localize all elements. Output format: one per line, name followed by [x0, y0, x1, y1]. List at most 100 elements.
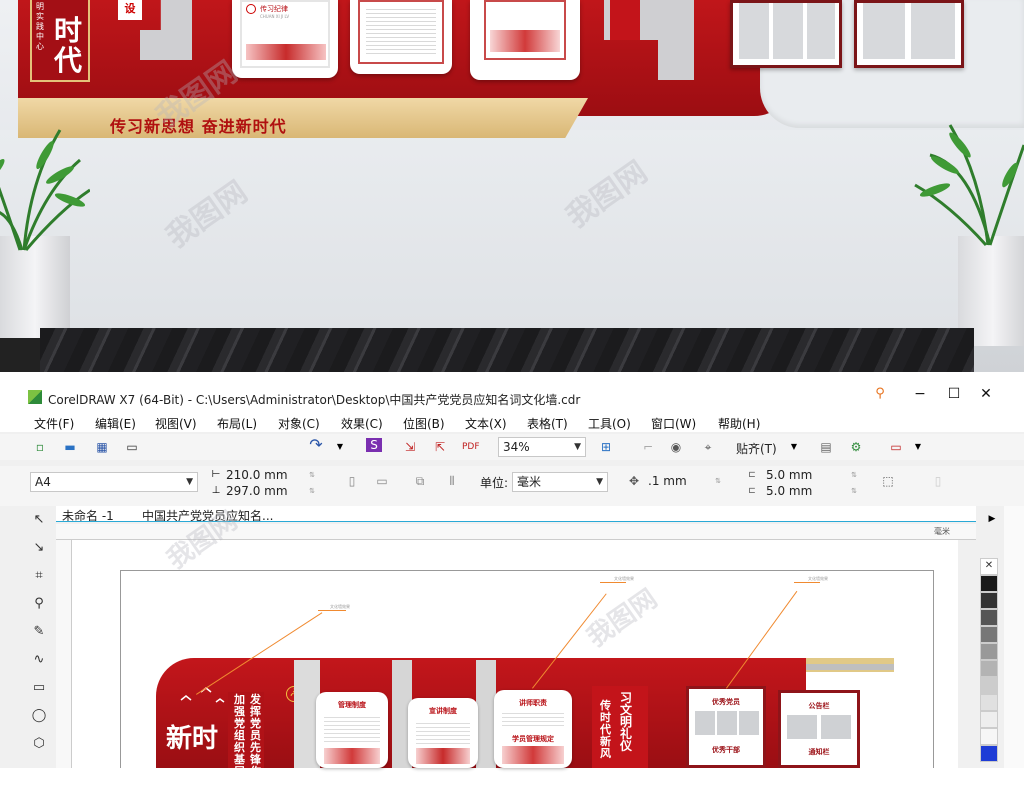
redo-icon[interactable]: ↷	[308, 437, 324, 453]
pick-tool-icon[interactable]: ↖	[30, 512, 48, 530]
dup-x-spin-icon[interactable]: ⇅	[846, 468, 862, 482]
ellipse-tool-icon[interactable]: ◯	[30, 708, 48, 726]
design-left-title: 新时	[166, 724, 219, 754]
publish-pdf-icon[interactable]: PDF	[462, 440, 480, 454]
menu-bitmaps[interactable]: 位图(B)	[403, 415, 445, 432]
floor-shadow	[0, 338, 40, 372]
menu-tools[interactable]: 工具(O)	[588, 415, 631, 432]
vertical-scrollbar[interactable]	[1004, 506, 1024, 768]
polygon-tool-icon[interactable]: ⬡	[30, 736, 48, 754]
view-icon[interactable]: ◉	[668, 440, 684, 454]
options-icon[interactable]: ⚙	[848, 440, 864, 454]
window-title: CorelDRAW X7 (64-Bit) - C:\Users\Adminis…	[48, 393, 581, 407]
launch-icon[interactable]: ▭	[888, 440, 904, 454]
color-swatch[interactable]	[980, 694, 998, 711]
unit-value: 毫米	[517, 475, 542, 489]
menu-effects[interactable]: 效果(C)	[341, 415, 383, 432]
panel-2-title: 宣讲制度	[429, 707, 457, 715]
crop-tool-icon[interactable]: ⌗	[30, 568, 48, 586]
close-button[interactable]: ✕	[976, 386, 996, 402]
menu-file[interactable]: 文件(F)	[34, 415, 74, 432]
color-swatch[interactable]	[980, 609, 998, 626]
nudge-distance-field[interactable]: .1 mm	[648, 474, 687, 488]
export-icon[interactable]: ⇱	[432, 440, 448, 454]
menu-window[interactable]: 窗口(W)	[651, 415, 696, 432]
property-bar: A4 ▼ ⊢ 210.0 mm ⊥ 297.0 mm ⇅ ⇅ ▯ ▭ ⧉ ⫴ 单…	[0, 466, 1024, 506]
minimize-button[interactable]: −	[910, 386, 930, 402]
import-icon[interactable]: ⇲	[402, 440, 418, 454]
menu-help[interactable]: 帮助(H)	[718, 415, 760, 432]
menu-table[interactable]: 表格(T)	[527, 415, 568, 432]
units-combo[interactable]: 毫米 ▼	[512, 472, 608, 492]
birds-icon	[180, 687, 225, 703]
duplicate-x-icon: ⊏	[748, 470, 756, 480]
dup-y-spin-icon[interactable]: ⇅	[846, 484, 862, 498]
zoom-level-combo[interactable]: 34% ▼	[498, 437, 586, 457]
menu-object[interactable]: 对象(C)	[278, 415, 320, 432]
design-panel-3: 讲师职责 学员管理规定	[494, 690, 572, 768]
width-spin-icon[interactable]: ⇅	[304, 468, 320, 482]
landscape-icon[interactable]: ▭	[374, 474, 390, 488]
redo-dropdown-icon[interactable]: ▼	[332, 440, 348, 454]
new-document-icon[interactable]: ▫	[32, 440, 48, 454]
maximize-button[interactable]: ☐	[944, 386, 964, 402]
color-swatch[interactable]	[980, 592, 998, 609]
design-column-4: 习文明礼仪	[620, 691, 633, 753]
color-swatch[interactable]	[980, 575, 998, 592]
color-swatch[interactable]	[980, 728, 998, 745]
color-swatch[interactable]	[980, 677, 998, 694]
full-screen-icon[interactable]: ⊞	[598, 440, 614, 454]
notice-2-subtitle: 通知栏	[808, 748, 830, 756]
save-icon[interactable]: ▦	[94, 440, 110, 454]
launch-dropdown-icon[interactable]: ▼	[910, 440, 926, 454]
callout-line-2b	[600, 582, 626, 583]
artistic-media-icon[interactable]: ∿	[30, 652, 48, 670]
color-swatch[interactable]	[980, 643, 998, 660]
drawing-canvas[interactable]: 新时 加强党组织基层建 发挥党员先锋作用 ☭ 管理制度 宣讲制度 讲师职责	[72, 506, 958, 790]
color-swatch[interactable]	[980, 626, 998, 643]
panel-1-title: 管理制度	[338, 701, 366, 709]
portrait-icon[interactable]: ▯	[344, 474, 360, 488]
page-height-field[interactable]: 297.0 mm	[226, 484, 288, 498]
duplicate-y-field[interactable]: 5.0 mm	[766, 484, 812, 498]
color-swatch[interactable]	[980, 711, 998, 728]
snap-dropdown-icon[interactable]: ▼	[786, 440, 802, 454]
zoom-tool-icon[interactable]: ⚲	[30, 596, 48, 614]
welcome-screen-icon[interactable]: ▤	[818, 440, 834, 454]
search-content-icon[interactable]: S	[366, 438, 382, 452]
color-swatch[interactable]	[980, 660, 998, 677]
menu-view[interactable]: 视图(V)	[155, 415, 197, 432]
menu-edit[interactable]: 编辑(E)	[95, 415, 136, 432]
no-color-swatch[interactable]: ✕	[980, 558, 998, 575]
freehand-tool-icon[interactable]: ✎	[30, 624, 48, 642]
page-size-combo[interactable]: A4 ▼	[30, 472, 198, 492]
current-page-icon[interactable]: ⫴	[444, 474, 460, 488]
all-pages-icon[interactable]: ⧉	[412, 474, 428, 488]
callout-label-2: 文化墙效果	[614, 576, 634, 581]
nudge-spin-icon[interactable]: ⇅	[710, 474, 726, 488]
design-notice-1: 优秀党员 优秀干部	[686, 686, 766, 768]
page-width-field[interactable]: 210.0 mm	[226, 468, 288, 482]
shape-tool-icon[interactable]: ↘	[30, 540, 48, 558]
tab-scroll-right-icon[interactable]: ▶	[984, 512, 1000, 526]
show-rulers-icon[interactable]: ⌐	[640, 440, 656, 454]
open-folder-icon[interactable]: ▬	[62, 440, 78, 454]
ruler-unit: 毫米	[934, 527, 950, 536]
menu-layout[interactable]: 布局(L)	[217, 415, 257, 432]
user-icon[interactable]: ⚲	[870, 386, 890, 401]
red-tag: 设	[118, 0, 142, 20]
duplicate-x-field[interactable]: 5.0 mm	[766, 468, 812, 482]
standard-toolbar: ▫ ▬ ▦ ▭ ↷ ▼ S ⇲ ⇱ PDF 34% ▼ ⊞ ⌐ ◉ ⌖ 贴齐(T…	[0, 434, 1024, 460]
panel-3-subtitle: 学员管理规定	[512, 735, 554, 743]
disabled-icon[interactable]: ▯	[930, 474, 946, 488]
height-spin-icon[interactable]: ⇅	[304, 484, 320, 498]
guidelines-icon[interactable]: ⌖	[700, 440, 716, 454]
rectangle-tool-icon[interactable]: ▭	[30, 680, 48, 698]
color-swatch[interactable]	[980, 745, 998, 762]
snap-to-button[interactable]: 贴齐(T)	[736, 440, 777, 457]
print-icon[interactable]: ▭	[124, 440, 140, 454]
treat-as-filled-icon[interactable]: ⬚	[880, 474, 896, 488]
title-bar: CorelDRAW X7 (64-Bit) - C:\Users\Adminis…	[0, 378, 1024, 410]
side-plaque: 明实践中心 时代	[30, 0, 90, 82]
menu-text[interactable]: 文本(X)	[465, 415, 507, 432]
